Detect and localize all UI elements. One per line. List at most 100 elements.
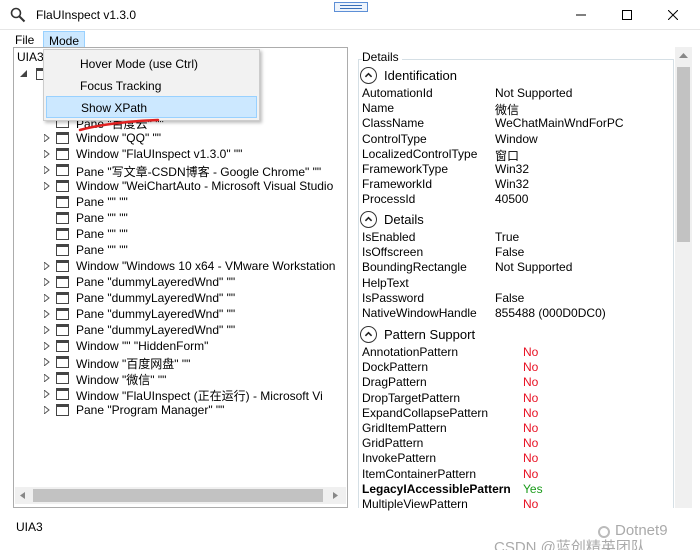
tree-item[interactable]: Pane "dummyLayeredWnd" "": [14, 322, 347, 338]
property-row: IsOffscreen False: [362, 245, 674, 260]
property-row: FrameworkId Win32: [362, 177, 674, 192]
tree-item[interactable]: Pane "" "": [14, 242, 347, 258]
tree-item[interactable]: Window "微信" "": [14, 370, 347, 387]
property-name: ExpandCollapsePattern: [362, 405, 489, 420]
minimize-button[interactable]: [558, 0, 604, 30]
window-icon: [56, 388, 69, 400]
property-value: WeChatMainWndForPC: [495, 116, 624, 131]
property-row: ProcessId 40500: [362, 192, 674, 207]
tree-item[interactable]: Pane "dummyLayeredWnd" "": [14, 290, 347, 306]
menu-item-focus-tracking[interactable]: Focus Tracking: [46, 75, 257, 97]
expand-caret-icon[interactable]: [44, 342, 50, 350]
property-value: Window: [495, 131, 538, 146]
expand-caret-icon[interactable]: [44, 390, 50, 398]
horizontal-scrollbar[interactable]: [15, 487, 346, 504]
property-value: No: [523, 421, 539, 435]
property-value: Yes: [523, 481, 543, 496]
property-value: 40500: [495, 192, 529, 207]
section-title: Details: [384, 212, 424, 227]
property-value: False: [495, 290, 525, 305]
tree-item[interactable]: Pane "" "": [14, 194, 347, 210]
vertical-scrollbar[interactable]: [675, 47, 692, 508]
tree-item[interactable]: Window "" "HiddenForm": [14, 338, 347, 354]
window-icon: [56, 372, 69, 384]
property-row: AutomationId Not Supported: [362, 86, 674, 101]
tree-item-label: Window "QQ" "": [76, 131, 162, 145]
vertical-scroll-thumb[interactable]: [677, 67, 690, 242]
tree-item[interactable]: Window "WeiChartAuto - Microsoft Visual …: [14, 178, 347, 194]
expand-caret-icon[interactable]: [44, 134, 50, 142]
window-icon: [56, 308, 69, 320]
property-name: FrameworkType: [362, 162, 449, 176]
property-value: Win32: [495, 162, 530, 176]
property-name: IsPassword: [362, 290, 425, 305]
property-value: No: [523, 497, 539, 511]
tree-item[interactable]: Pane "dummyLayeredWnd" "": [14, 274, 347, 290]
expand-caret-icon[interactable]: [44, 262, 50, 270]
expand-caret-icon[interactable]: [44, 278, 50, 286]
red-underline-annotation: [78, 118, 160, 132]
menu-item-hover-mode[interactable]: Hover Mode (use Ctrl): [46, 53, 257, 75]
expand-caret-icon[interactable]: [44, 310, 50, 318]
property-name: Name: [362, 101, 395, 116]
collapse-chevron-icon[interactable]: [360, 67, 377, 84]
property-name: ItemContainerPattern: [362, 466, 477, 481]
tree-item[interactable]: Window "QQ" "": [14, 130, 347, 146]
tree-item-label: Pane "dummyLayeredWnd" "": [76, 323, 236, 337]
property-value: No: [523, 405, 539, 420]
tree-item[interactable]: Pane "" "": [14, 226, 347, 242]
property-name: HelpText: [362, 275, 409, 290]
property-name: ClassName: [362, 116, 425, 131]
scroll-left-icon[interactable]: [20, 492, 25, 499]
property-value: 855488 (000D0DC0): [495, 306, 606, 320]
property-name: DockPattern: [362, 360, 429, 375]
property-value: No: [523, 466, 539, 481]
tree-item[interactable]: Window "FlaUInspect v1.3.0" "": [14, 146, 347, 162]
tree-item-label: Pane "" "": [76, 243, 128, 257]
window-icon: [56, 260, 69, 272]
maximize-button[interactable]: [604, 0, 650, 30]
property-row: BoundingRectangle Not Supported: [362, 260, 674, 275]
collapse-chevron-icon[interactable]: [360, 211, 377, 228]
expand-caret-icon[interactable]: [44, 166, 50, 174]
property-value: True: [495, 230, 520, 244]
tree-item[interactable]: Pane "写文章-CSDN博客 - Google Chrome" "": [14, 162, 347, 179]
section-title: Pattern Support: [384, 327, 476, 342]
tree-item[interactable]: Window "Windows 10 x64 - VMware Workstat…: [14, 258, 347, 274]
window-icon: [56, 324, 69, 336]
expand-caret-icon[interactable]: [44, 150, 50, 158]
horizontal-scroll-thumb[interactable]: [33, 489, 323, 502]
close-button[interactable]: [650, 0, 696, 30]
element-tree: Pane "百度云" "" Window "QQ" "" Window "FlaUI…: [14, 66, 347, 487]
collapse-chevron-icon[interactable]: [360, 326, 377, 343]
expand-caret-icon[interactable]: [44, 406, 50, 414]
property-row: HelpText: [362, 276, 674, 291]
menu-item-show-xpath[interactable]: Show XPath: [46, 96, 257, 118]
drag-handle[interactable]: [334, 2, 368, 12]
close-icon: [668, 10, 678, 20]
tree-item[interactable]: Window "百度网盘" "": [14, 354, 347, 371]
property-name: ControlType: [362, 131, 427, 146]
scroll-up-icon[interactable]: [679, 53, 688, 58]
scroll-right-icon[interactable]: [333, 492, 338, 499]
mode-dropdown-menu: Hover Mode (use Ctrl) Focus Tracking Sho…: [43, 49, 260, 121]
tree-item[interactable]: Pane "Program Manager" "": [14, 402, 347, 418]
tree-tab-uia3[interactable]: UIA3: [17, 50, 44, 64]
property-name: IsEnabled: [362, 230, 416, 244]
property-name: AutomationId: [362, 86, 433, 100]
tree-item[interactable]: Window "FlaUInspect (正在运行) - Microsoft V…: [14, 386, 347, 403]
tree-item[interactable]: Pane "" "": [14, 210, 347, 226]
expand-caret-icon[interactable]: [44, 358, 50, 366]
property-name: GridItemPattern: [362, 421, 447, 435]
status-bar: UIA3 Dotnet9 CSDN @蓝创精英团队: [0, 512, 700, 550]
expand-caret-icon[interactable]: [44, 294, 50, 302]
expand-caret-icon[interactable]: [44, 374, 50, 382]
tree-item[interactable]: Pane "dummyLayeredWnd" "": [14, 306, 347, 322]
property-row: DragPattern No: [362, 375, 674, 390]
property-row: LegacyIAccessiblePattern Yes: [362, 482, 674, 497]
property-value: No: [523, 436, 539, 451]
expand-caret-icon[interactable]: [44, 182, 50, 190]
expand-caret-icon[interactable]: [44, 326, 50, 334]
property-name: LocalizedControlType: [362, 146, 478, 161]
property-name: FrameworkId: [362, 177, 433, 192]
